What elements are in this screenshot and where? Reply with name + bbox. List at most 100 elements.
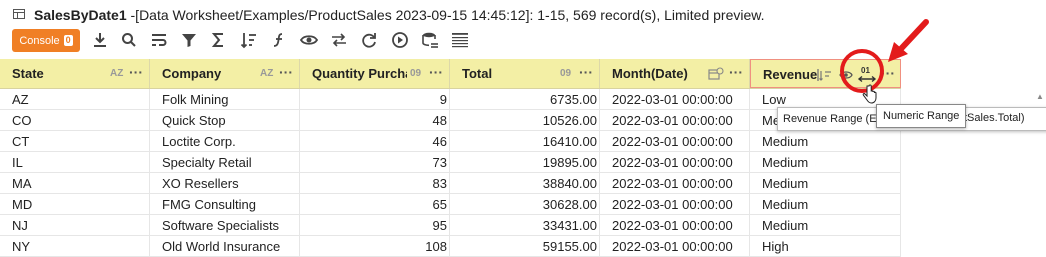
- table-cell[interactable]: CO: [0, 110, 150, 131]
- column-header-total[interactable]: Total 09 ···: [450, 59, 600, 88]
- table-cell[interactable]: Medium: [750, 131, 901, 152]
- table-cell[interactable]: 30628.00: [450, 194, 600, 215]
- table-cell[interactable]: 38840.00: [450, 173, 600, 194]
- table-cell[interactable]: 2022-03-01 00:00:00: [600, 194, 750, 215]
- table-cell[interactable]: 10526.00: [450, 110, 600, 131]
- worksheet-table-icon: [13, 9, 25, 19]
- table-cell[interactable]: Medium: [750, 215, 901, 236]
- table-cell[interactable]: Quick Stop: [150, 110, 300, 131]
- column-header-month-date[interactable]: Month(Date) ···: [600, 59, 750, 88]
- sort-icon[interactable]: [240, 31, 258, 49]
- table-cell[interactable]: 16410.00: [450, 131, 600, 152]
- table-cell[interactable]: Medium: [750, 173, 901, 194]
- table-cell[interactable]: 95: [300, 215, 450, 236]
- search-icon[interactable]: [120, 31, 138, 49]
- table-cell[interactable]: 2022-03-01 00:00:00: [600, 236, 750, 257]
- table-cell[interactable]: Medium: [750, 152, 901, 173]
- table-cell[interactable]: Medium: [750, 194, 901, 215]
- column-label: Quantity Purcha: [312, 66, 407, 81]
- table-cell[interactable]: 108: [300, 236, 450, 257]
- table-cell[interactable]: NY: [0, 236, 150, 257]
- table-cell[interactable]: Software Specialists: [150, 215, 300, 236]
- sort-tag: 09: [410, 68, 422, 79]
- database-icon[interactable]: [421, 31, 439, 49]
- table-cell[interactable]: 65: [300, 194, 450, 215]
- table-cell[interactable]: MD: [0, 194, 150, 215]
- table-cell[interactable]: Old World Insurance: [150, 236, 300, 257]
- column-menu-icon[interactable]: ···: [129, 64, 143, 80]
- column-menu-icon[interactable]: ···: [429, 64, 443, 80]
- column-header-company[interactable]: Company AZ ···: [150, 59, 300, 88]
- swap-icon[interactable]: [330, 31, 348, 49]
- table-row[interactable]: CT Loctite Corp. 46 16410.00 2022-03-01 00:0…: [0, 131, 901, 152]
- eye-icon[interactable]: [300, 31, 318, 49]
- table-row[interactable]: MD FMG Consulting 65 30628.00 2022-03-01 00:…: [0, 194, 901, 215]
- function-icon[interactable]: [270, 31, 288, 49]
- console-label: Console: [19, 34, 60, 47]
- table-cell[interactable]: Loctite Corp.: [150, 131, 300, 152]
- table-cell[interactable]: 46: [300, 131, 450, 152]
- table-cell[interactable]: 2022-03-01 00:00:00: [600, 110, 750, 131]
- console-count-badge: 0: [63, 35, 73, 46]
- table-row[interactable]: MA XO Resellers 83 38840.00 2022-03-01 00:00…: [0, 173, 901, 194]
- scroll-up-icon[interactable]: ▲: [1036, 92, 1044, 101]
- download-icon[interactable]: [91, 31, 109, 49]
- column-menu-icon[interactable]: ···: [729, 64, 743, 80]
- column-label: Company: [162, 66, 222, 81]
- column-label: State: [12, 66, 44, 81]
- column-header-quantity[interactable]: Quantity Purcha 09 ···: [300, 59, 450, 88]
- grid-header: State AZ ··· Company AZ ··· Quantity Pur…: [0, 59, 901, 89]
- console-button[interactable]: Console 0: [12, 29, 80, 52]
- sort-tag: AZ: [260, 68, 274, 79]
- table-row[interactable]: CO Quick Stop 48 10526.00 2022-03-01 00:00:0…: [0, 110, 901, 131]
- revenue-range-tooltip-tail: tSales.Total): [962, 112, 1027, 124]
- sort-tag: 09: [560, 68, 572, 79]
- column-menu-icon[interactable]: ···: [579, 64, 593, 80]
- table-cell[interactable]: FMG Consulting: [150, 194, 300, 215]
- filter-icon[interactable]: [180, 31, 198, 49]
- title-rest: -[Data Worksheet/Examples/ProductSales 2…: [126, 7, 765, 23]
- table-cell[interactable]: MA: [0, 173, 150, 194]
- refresh-icon[interactable]: [360, 31, 378, 49]
- table-cell[interactable]: 48: [300, 110, 450, 131]
- wrap-icon[interactable]: [150, 31, 168, 49]
- table-row[interactable]: NJ Software Specialists 95 33431.00 2022-03-…: [0, 215, 901, 236]
- table-cell[interactable]: 2022-03-01 00:00:00: [600, 89, 750, 110]
- table-cell[interactable]: 19895.00: [450, 152, 600, 173]
- table-cell[interactable]: 2022-03-01 00:00:00: [600, 215, 750, 236]
- table-row[interactable]: NY Old World Insurance 108 59155.00 2022-03-…: [0, 236, 901, 257]
- table-cell[interactable]: 33431.00: [450, 215, 600, 236]
- table-cell[interactable]: 2022-03-01 00:00:00: [600, 131, 750, 152]
- numeric-range-tooltip: Numeric Range: [876, 104, 967, 128]
- table-cell[interactable]: NJ: [0, 215, 150, 236]
- column-label: Month(Date): [612, 66, 688, 81]
- title-bold: SalesByDate1: [34, 7, 127, 23]
- table-cell[interactable]: 73: [300, 152, 450, 173]
- table-cell[interactable]: XO Resellers: [150, 173, 300, 194]
- window-title: SalesByDate1 -[Data Worksheet/Examples/P…: [34, 7, 764, 23]
- table-cell[interactable]: 83: [300, 173, 450, 194]
- table-cell[interactable]: CT: [0, 131, 150, 152]
- table-cell[interactable]: Folk Mining: [150, 89, 300, 110]
- sort-toggle-icon[interactable]: [817, 68, 835, 82]
- tooltip-back-text: Revenue Range (E: [783, 113, 877, 125]
- table-row[interactable]: IL Specialty Retail 73 19895.00 2022-03-01 0…: [0, 152, 901, 173]
- table-cell[interactable]: Specialty Retail: [150, 152, 300, 173]
- play-icon[interactable]: [391, 31, 409, 49]
- table-row[interactable]: AZ Folk Mining 9 6735.00 2022-03-01 00:00:00…: [0, 89, 901, 110]
- table-cell[interactable]: 6735.00: [450, 89, 600, 110]
- column-menu-icon[interactable]: ···: [279, 64, 293, 80]
- table-cell[interactable]: High: [750, 236, 901, 257]
- annotation-arrow-icon: [888, 19, 929, 62]
- grid-icon[interactable]: [451, 31, 469, 49]
- table-cell[interactable]: 59155.00: [450, 236, 600, 257]
- table-cell[interactable]: AZ: [0, 89, 150, 110]
- column-label: Revenue: [763, 67, 818, 82]
- table-cell[interactable]: 2022-03-01 00:00:00: [600, 152, 750, 173]
- sum-icon[interactable]: [210, 31, 228, 49]
- table-cell[interactable]: 2022-03-01 00:00:00: [600, 173, 750, 194]
- column-header-state[interactable]: State AZ ···: [0, 59, 150, 88]
- table-cell[interactable]: 9: [300, 89, 450, 110]
- table-cell[interactable]: IL: [0, 152, 150, 173]
- date-level-icon[interactable]: [708, 67, 724, 81]
